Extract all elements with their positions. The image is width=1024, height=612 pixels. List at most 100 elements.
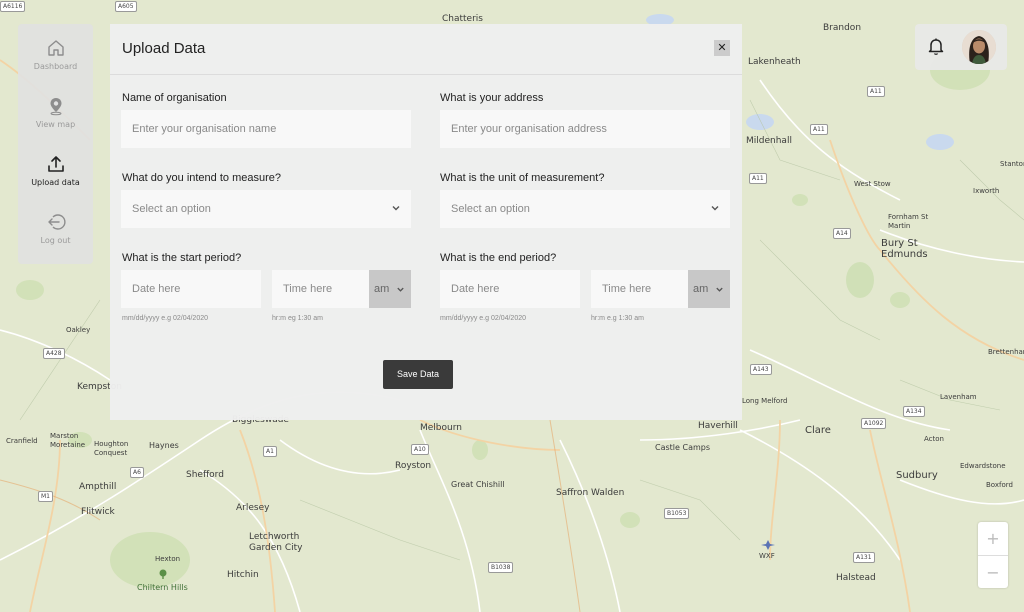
sidebar-item-view-map[interactable]: View map [18,82,93,138]
zoom-controls: + − [978,522,1008,588]
bell-icon[interactable] [925,35,947,57]
avatar[interactable] [962,30,996,64]
sidebar: Dashboard View map Upload data Log out [18,24,93,264]
road-label: A11 [867,86,885,97]
start-time-input[interactable] [272,270,370,308]
map-label-shefford: Shefford [186,470,224,480]
start-date-input[interactable] [121,270,261,308]
road-label: A131 [853,552,875,563]
home-icon [47,40,64,56]
upload-data-modal: Upload Data ✕ Name of organisation What … [110,24,742,420]
map-label-clare: Clare [805,425,831,436]
measure-select-value: Select an option [132,203,211,215]
unit-select-value: Select an option [451,203,530,215]
map-label-chatteris: Chatteris [442,14,483,24]
end-ampm-select[interactable]: am [688,270,730,308]
road-label: B1053 [664,508,690,519]
sidebar-item-upload-data[interactable]: Upload data [18,140,93,196]
map-label-great-chishill: Great Chishill [451,480,505,489]
sidebar-item-label: Dashboard [33,62,78,71]
chevron-down-icon [392,206,400,211]
map-label-letchworth: Letchworth Garden City [249,532,303,553]
zoom-out-button[interactable]: − [978,556,1008,589]
road-label: A6 [130,467,144,478]
measure-select[interactable]: Select an option [121,190,411,228]
map-label-halstead: Halstead [836,573,876,583]
road-label: A11 [810,124,828,135]
map-label-boxford: Boxford [986,481,1013,489]
map-label-houghton-conquest: Houghton Conquest [94,440,129,457]
map-label-lakenheath: Lakenheath [748,57,801,67]
map-label-cranfield: Cranfield [6,437,38,445]
chevron-down-icon [716,287,723,292]
map-label-hexton: Hexton [155,555,181,563]
save-data-button[interactable]: Save Data [383,360,453,389]
sidebar-item-dashboard[interactable]: Dashboard [18,24,93,80]
map-label-saffron-walden: Saffron Walden [556,488,625,498]
end-date-input[interactable] [440,270,580,308]
road-label: A6116 [0,1,26,12]
road-label: A143 [750,364,772,375]
map-label-marston-moretaine: Marston Moretaine [50,432,86,449]
map-label-melbourn: Melbourn [420,423,462,433]
map-label-bury-st-edmunds: Bury St Edmunds [881,238,928,260]
start-time-hint: hr:m eg 1:30 am [272,315,323,322]
road-label: A605 [115,1,137,12]
map-label-fornham: Fornham St Martin [888,213,929,230]
road-label: A11 [749,173,767,184]
road-label: A1 [263,446,277,457]
map-label-royston: Royston [395,461,432,471]
map-label-acton: Acton [924,435,944,443]
org-name-label: Name of organisation [122,92,227,104]
map-label-edwardstone: Edwardstone [960,462,1006,470]
end-date-hint: mm/dd/yyyy e.g 02/04/2020 [440,315,526,322]
map-pin-icon [50,98,61,116]
address-input[interactable] [440,110,730,148]
map-label-haynes: Haynes [149,441,179,450]
map-label-haverhill: Haverhill [698,421,738,431]
address-label: What is your address [440,92,544,104]
map-label-stanton: Stanton [1000,160,1024,168]
map-label-hitchin: Hitchin [227,570,259,580]
map-label-flitwick: Flitwick [81,507,115,517]
start-period-label: What is the start period? [122,252,242,264]
chevron-down-icon [397,287,404,292]
end-time-hint: hr:m e.g 1:30 am [591,315,644,322]
map-label-chiltern-hills: Chiltern Hills [137,583,188,592]
map-label-ixworth: Ixworth [973,187,1000,195]
start-ampm-select[interactable]: am [369,270,411,308]
map-label-lavenham: Lavenham [940,393,977,401]
airport-icon [761,540,775,550]
divider [110,74,742,75]
map-label-oakley: Oakley [66,326,91,334]
zoom-in-button[interactable]: + [978,522,1008,556]
sidebar-item-log-out[interactable]: Log out [18,198,93,254]
end-ampm-value: am [693,283,709,295]
user-toolbar [915,24,1007,70]
end-time-input[interactable] [591,270,689,308]
start-ampm-value: am [374,283,390,295]
map-label-west-stow: West Stow [854,180,891,188]
org-name-input[interactable] [121,110,411,148]
road-label: A10 [411,444,429,455]
unit-select[interactable]: Select an option [440,190,730,228]
map-label-brandon: Brandon [823,23,862,33]
unit-label: What is the unit of measurement? [440,172,605,184]
road-label: A1092 [861,418,887,429]
road-label: A14 [833,228,851,239]
measure-label: What do you intend to measure? [122,172,281,184]
modal-title: Upload Data [122,40,206,57]
road-label: A428 [43,348,65,359]
map-label-wxf: WXF [759,552,775,560]
close-button[interactable]: ✕ [714,40,730,56]
start-date-hint: mm/dd/yyyy e.g 02/04/2020 [122,315,208,322]
end-period-label: What is the end period? [440,252,557,264]
map-label-long-melford: Long Melford [742,397,788,405]
map-label-arlesey: Arlesey [236,503,270,513]
sidebar-item-label: Log out [40,236,71,245]
road-label: A134 [903,406,925,417]
sidebar-item-label: Upload data [31,178,80,187]
road-label: B1038 [488,562,514,573]
map-label-mildenhall: Mildenhall [746,136,792,146]
sidebar-item-label: View map [35,120,76,129]
